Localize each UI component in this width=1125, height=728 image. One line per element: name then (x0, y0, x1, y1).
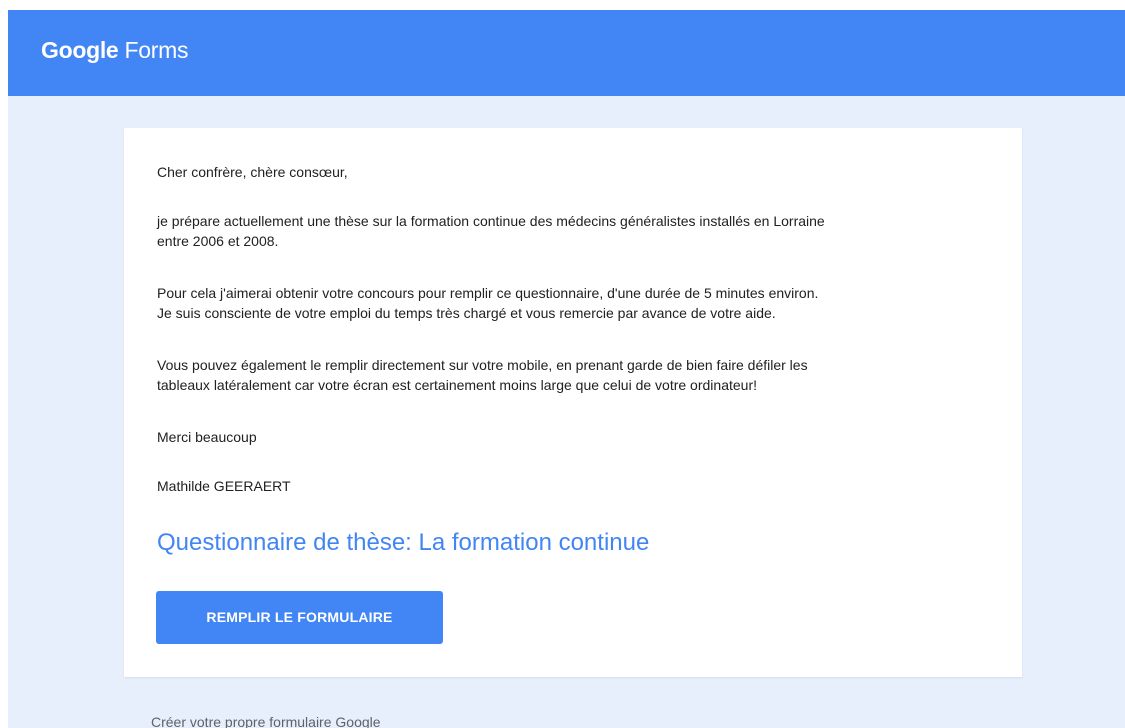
thanks-text: Merci beaucoup (157, 427, 997, 447)
greeting-line: Cher confrère, chère consœur, (157, 164, 348, 180)
mobile-line-2: tableaux latéralement car votre écran es… (157, 377, 757, 393)
signature-line: Mathilde GEERAERT (157, 478, 291, 494)
intro-paragraph: je prépare actuellement une thèse sur la… (157, 211, 997, 251)
fill-form-button[interactable]: REMPLIR LE FORMULAIRE (156, 591, 443, 644)
logo-product: Forms (124, 37, 189, 63)
create-form-link[interactable]: Créer votre propre formulaire Google (151, 712, 381, 728)
intro-line-2: entre 2006 et 2008. (157, 233, 279, 249)
thanks-line: Merci beaucoup (157, 429, 257, 445)
form-title-link[interactable]: Questionnaire de thèse: La formation con… (157, 527, 649, 559)
mobile-line-1: Vous pouvez également le remplir directe… (157, 357, 808, 373)
greeting-text: Cher confrère, chère consœur, (157, 162, 997, 182)
signature-text: Mathilde GEERAERT (157, 476, 997, 496)
logo-brand: Google (41, 37, 119, 63)
mobile-paragraph: Vous pouvez également le remplir directe… (157, 355, 997, 395)
intro-line-1: je prépare actuellement une thèse sur la… (157, 213, 825, 229)
header-bar: Google Forms (8, 10, 1125, 96)
email-page: Google Forms Cher confrère, chère consœu… (0, 0, 1125, 728)
request-paragraph: Pour cela j'aimerai obtenir votre concou… (157, 283, 997, 323)
message-card: Cher confrère, chère consœur, je prépare… (124, 128, 1022, 677)
request-line-2: Je suis consciente de votre emploi du te… (157, 305, 776, 321)
google-forms-logo[interactable]: Google Forms (41, 36, 188, 64)
request-line-1: Pour cela j'aimerai obtenir votre concou… (157, 285, 819, 301)
